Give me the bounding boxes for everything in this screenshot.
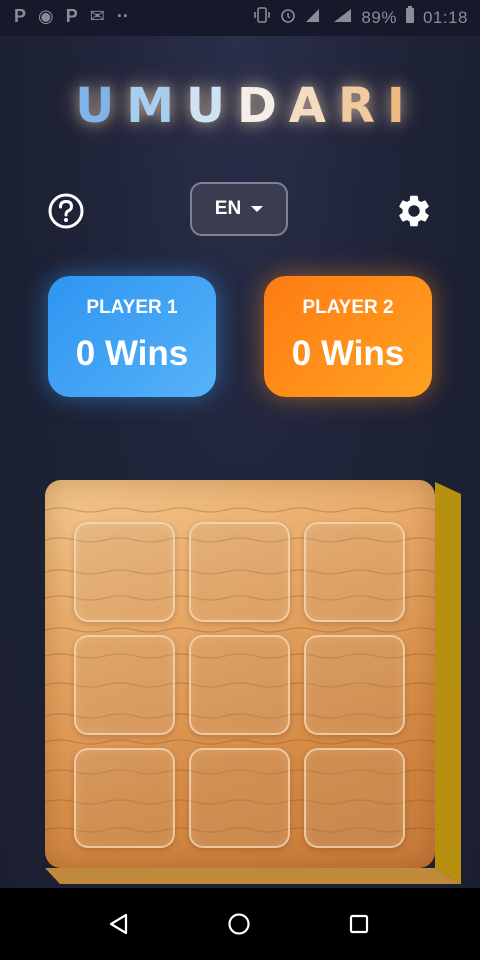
alarm-icon — [279, 6, 297, 29]
wood-grain-line — [45, 739, 435, 745]
board-cell-r1-c3[interactable] — [304, 522, 405, 622]
board-cell-r1-c2[interactable] — [189, 522, 290, 622]
notification-p-icon-2: P — [65, 6, 78, 26]
more-notifications-icon: ·· — [116, 6, 129, 26]
battery-icon — [405, 6, 415, 29]
recent-square-icon — [349, 914, 369, 934]
board-cell-r2-c1[interactable] — [74, 635, 175, 735]
recent-apps-button[interactable] — [339, 908, 379, 940]
system-status: 89% 01:18 — [253, 6, 468, 29]
board-cell-r2-c2[interactable] — [189, 635, 290, 735]
status-bar: P ◉ P ✉ ·· 89% 01:18 — [0, 0, 480, 36]
board-cell-r3-c1[interactable] — [74, 748, 175, 848]
wood-grain-line — [45, 507, 435, 513]
vibrate-icon — [253, 6, 271, 29]
clock: 01:18 — [422, 7, 468, 27]
board-cell-r2-c3[interactable] — [304, 635, 405, 735]
back-button[interactable] — [99, 908, 139, 940]
game-screen: UMUDARI EN PLAYER 1 0 Wins PLAYER 2 0 Wi… — [0, 36, 480, 888]
board-cell-r3-c3[interactable] — [304, 748, 405, 848]
signal-icon — [305, 7, 325, 28]
home-button[interactable] — [219, 908, 259, 940]
battery-percent: 89% — [361, 7, 397, 27]
wood-grain-line — [45, 627, 435, 633]
board-cell-r3-c2[interactable] — [189, 748, 290, 848]
notification-p-icon: P — [14, 6, 27, 26]
back-triangle-icon — [109, 913, 128, 935]
board-cell-r1-c1[interactable] — [74, 522, 175, 622]
whatsapp-icon: ◉ — [38, 6, 54, 26]
signal-icon-2 — [333, 7, 353, 28]
notification-icons: P ◉ P ✉ ·· — [14, 6, 129, 27]
game-board — [45, 480, 435, 868]
home-circle-icon — [228, 913, 250, 935]
navigation-bar — [0, 888, 480, 960]
mail-icon: ✉ — [89, 6, 105, 26]
